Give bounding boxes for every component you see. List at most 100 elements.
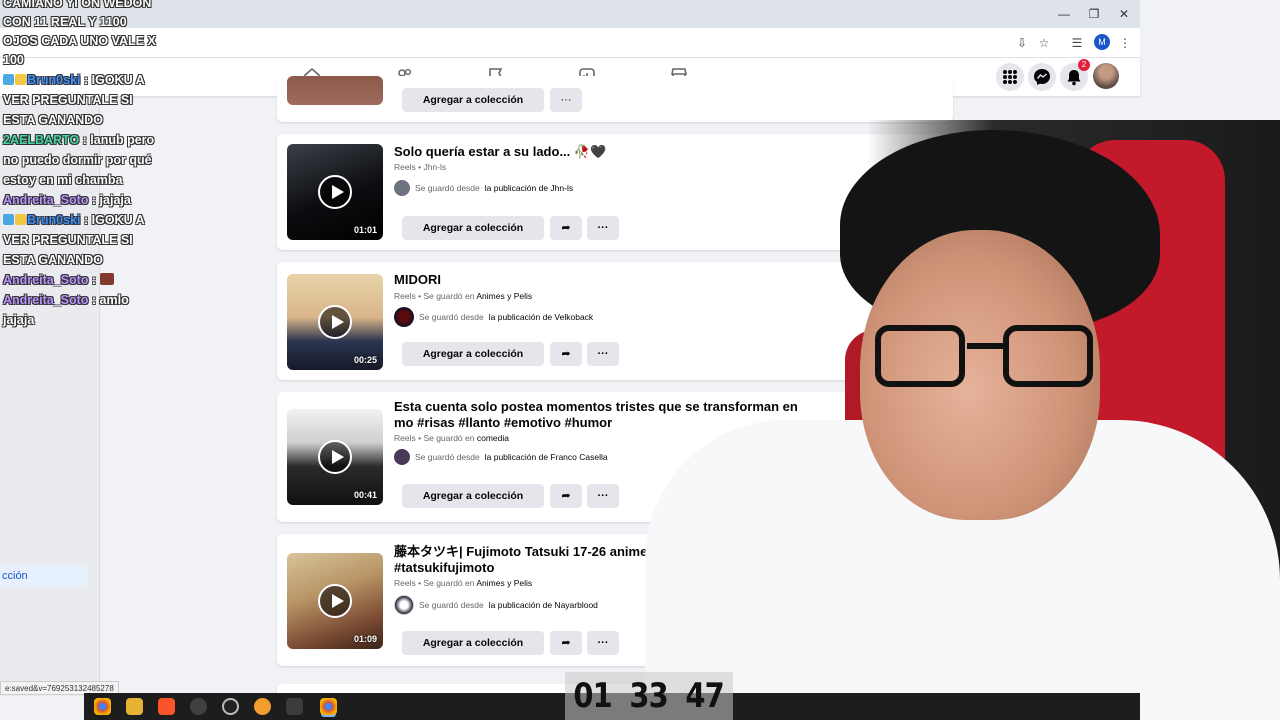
- glasses-lens: [1003, 325, 1093, 387]
- stream-chat-overlay: CAMIANO YI ON WEDON CON 11 REAL Y 1100 O…: [3, 0, 163, 330]
- play-icon: [318, 175, 352, 209]
- video-thumbnail[interactable]: 00:25: [287, 274, 383, 370]
- chat-text: : jajaja: [91, 193, 131, 207]
- video-duration: 01:09: [353, 634, 377, 644]
- add-to-collection-button[interactable]: Agregar a colección: [402, 88, 544, 112]
- chat-badge-icon: [3, 74, 14, 85]
- chrome-taskbar-icon[interactable]: [94, 698, 111, 715]
- chat-message: Andreita_Soto :: [3, 270, 163, 290]
- saved-item-meta: Reels • Se guardó en Animes y Pelis: [394, 291, 533, 301]
- saved-from-line: Se guardó desde la publicación de Nayarb…: [394, 595, 598, 615]
- minimize-button[interactable]: —: [1054, 5, 1074, 23]
- timer-seconds: 47: [685, 676, 725, 716]
- browser-profile-avatar[interactable]: M: [1094, 34, 1110, 50]
- messenger-button[interactable]: [1028, 63, 1056, 91]
- chat-message: Andreita_Soto : jajaja: [3, 190, 163, 210]
- saved-item-meta: Reels • Se guardó en Animes y Pelis: [394, 578, 533, 588]
- source-avatar[interactable]: [394, 180, 410, 196]
- obs-icon[interactable]: [190, 698, 207, 715]
- bookmark-star-icon[interactable]: ☆: [1035, 34, 1053, 52]
- collection-link[interactable]: Animes y Pelis: [476, 291, 532, 301]
- more-options-button[interactable]: ···: [587, 342, 619, 366]
- collection-link[interactable]: comedia: [477, 433, 509, 443]
- saved-source-link[interactable]: la publicación de Jhn-ls: [485, 183, 573, 193]
- grid-icon: [1003, 70, 1017, 84]
- collection-link[interactable]: Animes y Pelis: [476, 578, 532, 588]
- chat-message: 2AELBARTO : lanub pero no puedo dormir p…: [3, 130, 163, 190]
- glasses: [875, 325, 1105, 395]
- chat-username: Brun0ski: [27, 213, 81, 227]
- app-icon-orange[interactable]: [254, 698, 271, 715]
- browser-menu-icon[interactable]: ⋮: [1116, 34, 1134, 52]
- reading-list-icon[interactable]: ☰: [1068, 34, 1086, 52]
- close-button[interactable]: ✕: [1114, 5, 1134, 23]
- play-icon: [318, 440, 352, 474]
- source-avatar[interactable]: [394, 595, 414, 615]
- share-button[interactable]: ➦: [550, 631, 582, 655]
- browser-toolbar: ⇩ ☆ ☰ M ⋮: [0, 28, 1140, 58]
- saved-from-line: Se guardó desde la publicación de Velkob…: [394, 307, 593, 327]
- install-app-icon[interactable]: ⇩: [1013, 34, 1031, 52]
- add-to-collection-button[interactable]: Agregar a colección: [402, 484, 544, 508]
- play-icon: [318, 305, 352, 339]
- more-options-button[interactable]: ···: [550, 88, 582, 112]
- video-thumbnail[interactable]: [287, 76, 383, 105]
- share-button[interactable]: ➦: [550, 342, 582, 366]
- browser-title-bar: — ❐ ✕: [0, 0, 1140, 28]
- chat-message: Brun0ski : IGOKU A VER PREGUNTALE SI EST…: [3, 70, 163, 130]
- chat-username: Andreita_Soto: [3, 273, 89, 287]
- chat-username: Andreita_Soto: [3, 193, 89, 207]
- chat-username: Brun0ski: [27, 73, 81, 87]
- app-icon[interactable]: [222, 698, 239, 715]
- video-thumbnail[interactable]: 01:01: [287, 144, 383, 240]
- more-options-button[interactable]: ···: [587, 216, 619, 240]
- item-type: Reels: [394, 433, 416, 443]
- messenger-icon: [1034, 69, 1050, 85]
- source-avatar[interactable]: [394, 307, 414, 327]
- share-button[interactable]: ➦: [550, 216, 582, 240]
- add-to-collection-button[interactable]: Agregar a colección: [402, 342, 544, 366]
- saved-source-link[interactable]: la publicación de Velkoback: [489, 312, 593, 322]
- source-avatar[interactable]: [394, 449, 410, 465]
- chat-header-text: CAMIANO YI ON WEDON CON 11 REAL Y 1100 O…: [3, 0, 156, 67]
- sidebar-item-collection[interactable]: cción: [0, 566, 88, 586]
- file-explorer-icon[interactable]: [126, 698, 143, 715]
- video-duration: 00:25: [353, 355, 377, 365]
- gamepad-icon[interactable]: [286, 698, 303, 715]
- saved-from-line: Se guardó desde la publicación de Jhn-ls: [394, 180, 573, 196]
- menu-grid-button[interactable]: [996, 63, 1024, 91]
- saved-item-card: Agregar a colección ···: [277, 76, 953, 122]
- add-to-collection-button[interactable]: Agregar a colección: [402, 216, 544, 240]
- timer-hours: 01: [573, 676, 613, 716]
- chat-badge-icon: [15, 74, 26, 85]
- stream-timer: 01 33 47: [565, 672, 733, 720]
- chat-username: 2AELBARTO: [3, 133, 80, 147]
- restore-button[interactable]: ❐: [1084, 5, 1104, 23]
- glasses-bridge: [967, 343, 1007, 349]
- add-to-collection-button[interactable]: Agregar a colección: [402, 631, 544, 655]
- profile-avatar[interactable]: [1093, 63, 1119, 89]
- glasses-lens: [875, 325, 965, 387]
- chrome-active-taskbar-icon[interactable]: [320, 698, 337, 715]
- webcam-overlay: [645, 120, 1280, 720]
- play-icon: [318, 584, 352, 618]
- saved-from-prefix: Se guardó desde: [419, 312, 484, 322]
- saved-from-prefix: Se guardó desde: [415, 452, 480, 462]
- more-options-button[interactable]: ···: [587, 631, 619, 655]
- saved-from-line: Se guardó desde la publicación de Franco…: [394, 449, 608, 465]
- item-meta-suffix: Jhn-ls: [423, 162, 447, 172]
- brave-browser-icon[interactable]: [158, 698, 175, 715]
- saved-source-link[interactable]: la publicación de Franco Casella: [485, 452, 608, 462]
- item-type: Reels: [394, 162, 416, 172]
- item-type: Reels: [394, 291, 416, 301]
- share-button[interactable]: ➦: [550, 484, 582, 508]
- video-duration: 00:41: [353, 490, 377, 500]
- more-options-button[interactable]: ···: [587, 484, 619, 508]
- video-thumbnail[interactable]: 01:09: [287, 553, 383, 649]
- chat-message: Brun0ski : IGOKU A VER PREGUNTALE SI EST…: [3, 210, 163, 270]
- emote-icon: [99, 273, 114, 285]
- chat-username: Andreita_Soto: [3, 293, 89, 307]
- saved-from-prefix: Se guardó desde: [419, 600, 484, 610]
- video-thumbnail[interactable]: 00:41: [287, 409, 383, 505]
- saved-source-link[interactable]: la publicación de Nayarblood: [489, 600, 598, 610]
